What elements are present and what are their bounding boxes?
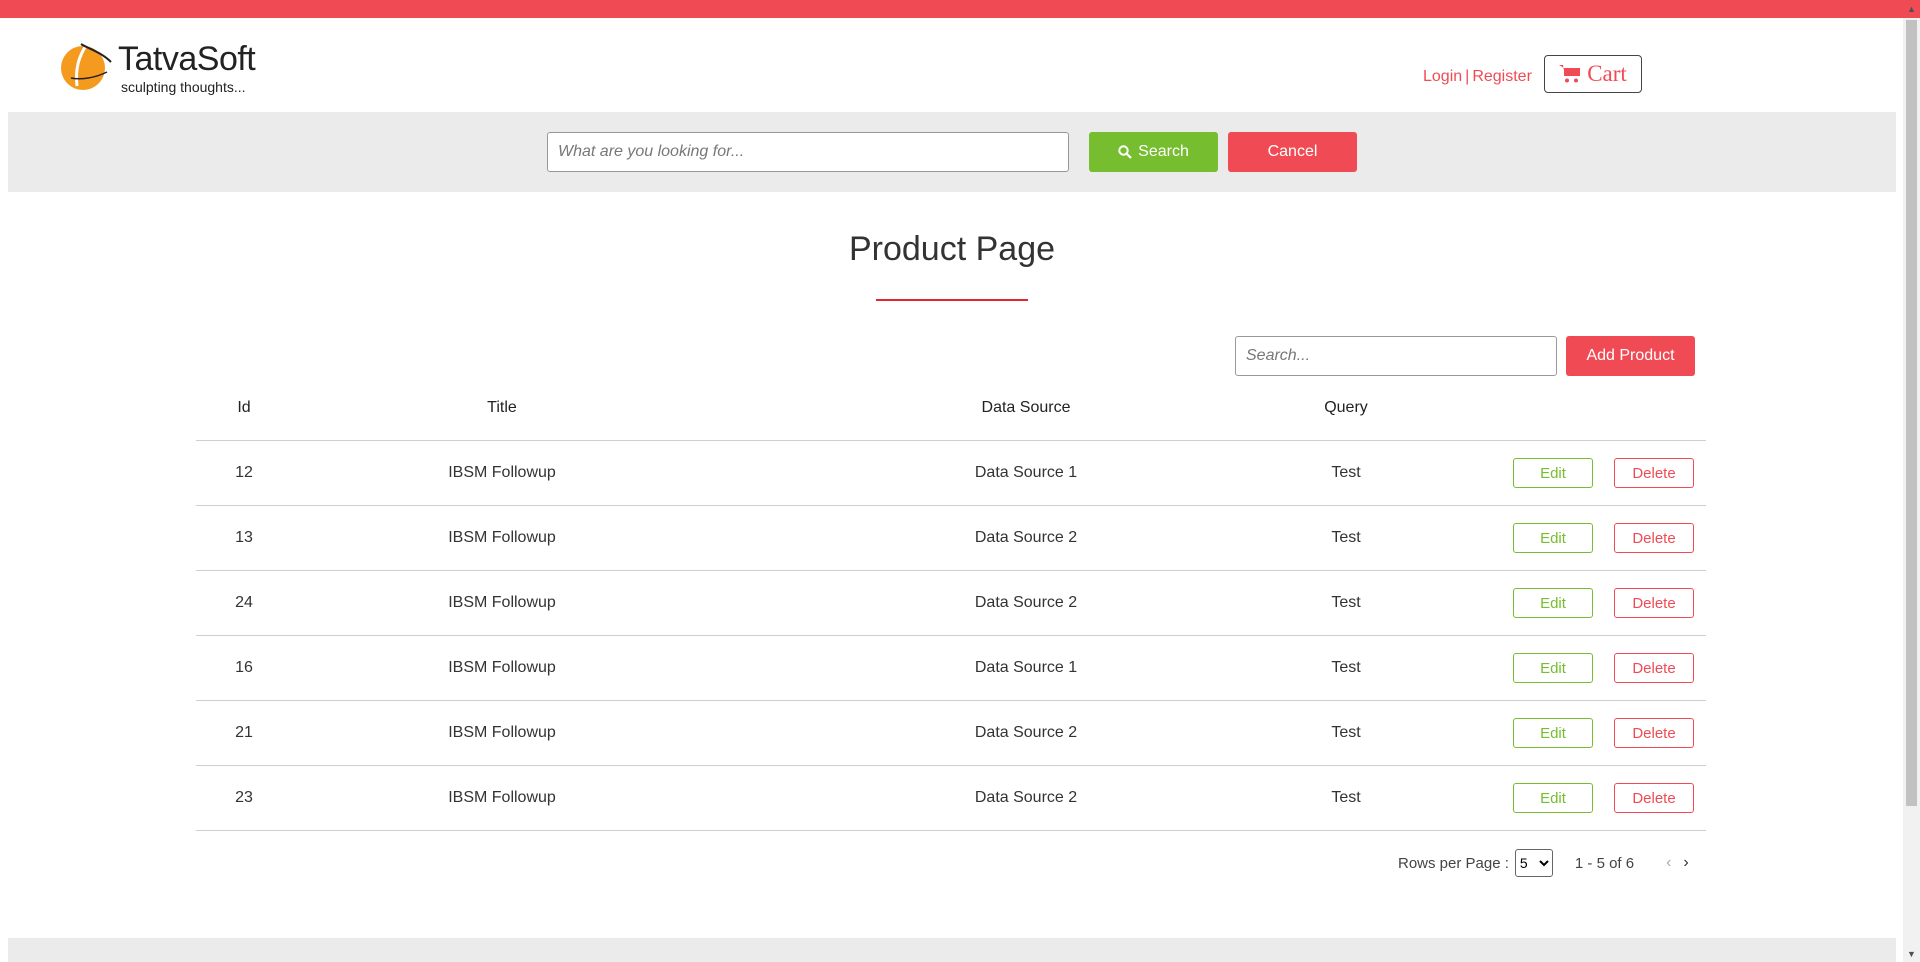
delete-button[interactable]: Delete xyxy=(1614,783,1694,813)
cell-data-source: Data Source 2 xyxy=(974,724,1078,741)
chevron-left-icon[interactable]: ‹ xyxy=(1666,854,1671,872)
cell-query: Test xyxy=(1331,724,1361,741)
table-header: Id Title Data Source Query xyxy=(196,376,1706,441)
column-header-title[interactable]: Title xyxy=(440,376,564,440)
cell-title: IBSM Followup xyxy=(448,464,556,481)
cell-query: Test xyxy=(1331,789,1361,806)
edit-button[interactable]: Edit xyxy=(1513,653,1593,683)
brand-name: TatvaSoft xyxy=(118,40,256,78)
cell-id: 24 xyxy=(235,594,253,611)
cell-id: 16 xyxy=(235,659,253,676)
rows-per-page-label: Rows per Page : xyxy=(1398,854,1509,872)
cancel-button[interactable]: Cancel xyxy=(1228,132,1357,172)
cell-title: IBSM Followup xyxy=(448,659,556,676)
cell-title: IBSM Followup xyxy=(448,529,556,546)
scroll-up-arrow-icon[interactable]: ▲ xyxy=(1903,0,1920,17)
table-row: 23 IBSM Followup Data Source 2 Test Edit… xyxy=(196,766,1706,831)
table-row: 21 IBSM Followup Data Source 2 Test Edit… xyxy=(196,701,1706,766)
edit-button[interactable]: Edit xyxy=(1513,588,1593,618)
page-range: 1 - 5 of 6 xyxy=(1574,854,1635,872)
delete-button[interactable]: Delete xyxy=(1614,458,1694,488)
cell-data-source: Data Source 1 xyxy=(974,659,1078,676)
table-row: 24 IBSM Followup Data Source 2 Test Edit… xyxy=(196,571,1706,636)
register-link[interactable]: Register xyxy=(1472,68,1532,85)
cell-query: Test xyxy=(1331,659,1361,676)
table-search-input[interactable] xyxy=(1235,336,1557,376)
cell-query: Test xyxy=(1331,464,1361,481)
cell-title: IBSM Followup xyxy=(448,724,556,741)
table-row: 13 IBSM Followup Data Source 2 Test Edit… xyxy=(196,506,1706,571)
search-button[interactable]: Search xyxy=(1089,132,1218,172)
cell-query: Test xyxy=(1331,594,1361,611)
shopping-cart-icon xyxy=(1559,65,1581,83)
page-title: Product Page xyxy=(848,230,1056,268)
edit-button[interactable]: Edit xyxy=(1513,783,1593,813)
column-header-data-source[interactable]: Data Source xyxy=(956,376,1096,440)
scroll-down-arrow-icon[interactable]: ▼ xyxy=(1903,945,1920,962)
search-button-label: Search xyxy=(1138,143,1189,160)
cell-title: IBSM Followup xyxy=(448,789,556,806)
cell-id: 23 xyxy=(235,789,253,806)
column-header-id[interactable]: Id xyxy=(196,376,292,440)
cell-data-source: Data Source 2 xyxy=(974,529,1078,546)
search-icon xyxy=(1118,145,1132,159)
auth-links: Login | Register xyxy=(1423,68,1532,86)
table-row: 16 IBSM Followup Data Source 1 Test Edit… xyxy=(196,636,1706,701)
rows-per-page-select[interactable]: 5 xyxy=(1514,849,1553,877)
edit-button[interactable]: Edit xyxy=(1513,523,1593,553)
edit-button[interactable]: Edit xyxy=(1513,458,1593,488)
column-header-query[interactable]: Query xyxy=(1306,376,1386,440)
pagination: Rows per Page : 5 1 - 5 of 6 ‹ › xyxy=(1398,848,1689,878)
top-accent-bar xyxy=(0,0,1920,18)
title-underline xyxy=(876,299,1028,301)
scrollbar-thumb[interactable] xyxy=(1906,20,1917,806)
cell-id: 13 xyxy=(235,529,253,546)
cart-button[interactable]: Cart xyxy=(1544,55,1642,93)
add-product-button[interactable]: Add Product xyxy=(1566,336,1695,376)
delete-button[interactable]: Delete xyxy=(1614,523,1694,553)
cart-label: Cart xyxy=(1587,61,1627,86)
login-link[interactable]: Login xyxy=(1423,68,1462,85)
delete-button[interactable]: Delete xyxy=(1614,588,1694,618)
delete-button[interactable]: Delete xyxy=(1614,718,1694,748)
logo-mark-icon xyxy=(61,43,112,90)
auth-separator: | xyxy=(1465,68,1470,85)
table-row: 12 IBSM Followup Data Source 1 Test Edit… xyxy=(196,441,1706,506)
footer-bar xyxy=(8,938,1896,962)
logo[interactable]: TatvaSoft sculpting thoughts... xyxy=(57,38,297,95)
cell-data-source: Data Source 1 xyxy=(974,464,1078,481)
cell-id: 21 xyxy=(235,724,253,741)
cell-data-source: Data Source 2 xyxy=(974,594,1078,611)
brand-tagline: sculpting thoughts... xyxy=(121,79,246,95)
product-table: Id Title Data Source Query 12 IBSM Follo… xyxy=(196,376,1706,831)
chevron-right-icon[interactable]: › xyxy=(1683,854,1688,872)
edit-button[interactable]: Edit xyxy=(1513,718,1593,748)
cell-data-source: Data Source 2 xyxy=(974,789,1078,806)
cell-title: IBSM Followup xyxy=(448,594,556,611)
cell-query: Test xyxy=(1331,529,1361,546)
main-search-input[interactable] xyxy=(547,132,1069,172)
delete-button[interactable]: Delete xyxy=(1614,653,1694,683)
cell-id: 12 xyxy=(235,464,253,481)
